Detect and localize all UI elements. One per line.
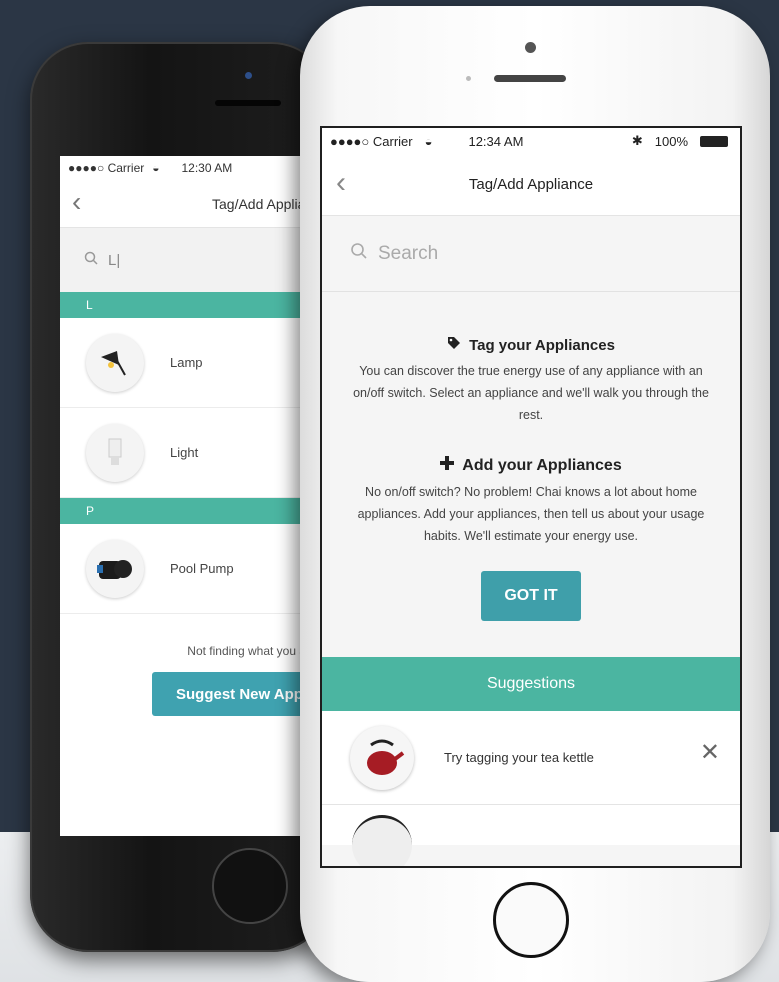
section-header-l: L: [60, 292, 330, 318]
list-item[interactable]: [322, 805, 740, 866]
carrier-label: ●●●●○ Carrier: [330, 133, 413, 149]
list-item-pool-pump[interactable]: Pool Pump: [60, 524, 330, 614]
kettle-icon: [350, 725, 414, 790]
status-time: 12:30 AM: [181, 161, 233, 175]
back-chevron-icon[interactable]: ‹: [336, 168, 346, 198]
back-chevron-icon[interactable]: ‹: [72, 188, 81, 216]
earpiece-speaker: [215, 100, 281, 106]
pump-icon: [86, 539, 144, 598]
battery-percent: 100%: [654, 133, 688, 149]
suggestions-header: Suggestions: [322, 657, 740, 711]
status-time: 12:34 AM: [468, 133, 524, 149]
close-icon[interactable]: ✕: [700, 741, 720, 765]
lamp-icon: [86, 333, 144, 392]
search-input[interactable]: L|: [60, 228, 330, 292]
proximity-sensor: [466, 76, 471, 81]
tag-description: You can discover the true energy use of …: [353, 364, 709, 422]
section-header-p: P: [60, 498, 330, 524]
not-finding-text: Not finding what you are l: [187, 644, 323, 658]
back-phone-screen: ●●●●○ Carrier ◒ 12:30 AM ‹ Tag/Add Appli…: [60, 156, 330, 836]
nav-bar: ‹ Tag/Add Appliance: [322, 154, 740, 216]
nav-title: Tag/Add Appliance: [468, 176, 594, 193]
info-panel: Tag your Appliances You can discover the…: [322, 336, 740, 621]
bluetooth-icon: ✱: [631, 133, 643, 148]
bulb-icon: [86, 423, 144, 482]
list-item-light[interactable]: Light: [60, 408, 330, 498]
suggestion-text: Try tagging your tea kettle: [444, 750, 594, 765]
nav-bar: ‹ Tag/Add Appliance: [60, 180, 330, 228]
suggestion-row[interactable]: Try tagging your tea kettle ✕: [322, 711, 740, 805]
front-camera: [245, 72, 252, 79]
status-bar: ●●●●○ Carrier ◒ 12:30 AM: [60, 156, 330, 180]
battery-icon: [700, 135, 728, 147]
black-phone: ●●●●○ Carrier ◒ 12:30 AM ‹ Tag/Add Appli…: [30, 42, 330, 952]
search-placeholder: Search: [378, 242, 439, 264]
got-it-button[interactable]: GOT IT: [481, 571, 581, 621]
search-input[interactable]: Search: [322, 216, 740, 292]
list-item-label: Lamp: [170, 355, 203, 370]
appliance-thumbnail: [352, 815, 412, 866]
search-icon: [350, 242, 368, 266]
tag-icon: [447, 336, 461, 354]
wifi-icon: ◒: [424, 133, 433, 149]
white-phone: ●●●●○ Carrier ◒ 12:34 AM ✱ 100% ‹ Tag/Ad…: [300, 6, 770, 982]
wifi-icon: ◒: [152, 161, 160, 175]
add-heading: Add your Appliances: [352, 456, 710, 475]
tag-heading: Tag your Appliances: [352, 336, 710, 354]
add-description: No on/off switch? No problem! Chai knows…: [357, 485, 705, 543]
search-icon: [84, 251, 98, 269]
search-value: L|: [108, 251, 121, 269]
list-item-lamp[interactable]: Lamp: [60, 318, 330, 408]
front-phone-screen: ●●●●○ Carrier ◒ 12:34 AM ✱ 100% ‹ Tag/Ad…: [320, 126, 742, 868]
list-item-label: Pool Pump: [170, 561, 234, 576]
home-button[interactable]: [493, 882, 569, 958]
earpiece-speaker: [494, 75, 566, 82]
carrier-label: ●●●●○ Carrier: [68, 161, 145, 175]
list-item-label: Light: [170, 445, 199, 460]
status-bar: ●●●●○ Carrier ◒ 12:34 AM ✱ 100%: [322, 128, 740, 154]
front-camera: [525, 42, 536, 53]
plus-icon: [440, 456, 455, 475]
home-button[interactable]: [212, 848, 288, 924]
